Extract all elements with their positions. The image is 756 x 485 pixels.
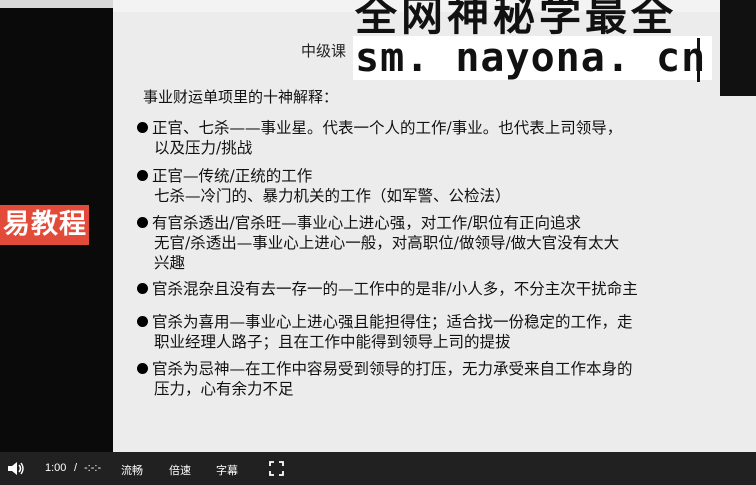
time-current: 1:00 xyxy=(45,462,67,474)
right-dark-panel xyxy=(720,0,756,96)
slide-area: 全网神秘学最全 sm. nayona. cn 中级课 事业财运单项里的十神解释：… xyxy=(113,0,756,452)
bullet-icon xyxy=(137,316,148,327)
list-item: 正官—传统/正统的工作 七杀—冷门的、暴力机关的工作（如军警、公检法） xyxy=(137,166,737,206)
left-banner: 易教程 xyxy=(0,205,89,245)
list-item: 官杀混杂且没有去一存一的—工作中的是非/小人多，不分主次干扰命主 xyxy=(137,279,737,299)
bullet-icon xyxy=(137,170,148,181)
fullscreen-icon[interactable] xyxy=(269,461,284,476)
time-separator: / xyxy=(74,462,78,474)
left-video-strip: 易教程 xyxy=(0,0,113,452)
lesson-title: 中级课 xyxy=(301,42,347,60)
list-item: 有官杀透出/官杀旺—事业心上进心强，对工作/职位有正向追求 无官/杀透出—事业心… xyxy=(137,213,737,273)
time-total: -:-:- xyxy=(84,462,102,474)
text-cursor xyxy=(697,38,700,82)
volume-icon[interactable] xyxy=(7,461,25,476)
player-control-bar: 1:00 / -:-:- 流畅 倍速 字幕 xyxy=(0,452,756,485)
watermark-url: sm. nayona. cn xyxy=(353,36,713,80)
bullet-icon xyxy=(137,363,148,374)
bullet-icon xyxy=(137,122,148,133)
speed-button[interactable]: 倍速 xyxy=(169,462,191,478)
content-heading: 事业财运单项里的十神解释： xyxy=(143,88,339,106)
list-item: 官杀为忌神—在工作中容易受到领导的打压，无力承受来自工作本身的 压力，心有余力不… xyxy=(137,359,737,399)
list-item: 正官、七杀——事业星。代表一个人的工作/事业。也代表上司领导， 以及压力/挑战 xyxy=(137,118,737,158)
bullet-icon xyxy=(137,283,148,294)
subtitle-button[interactable]: 字幕 xyxy=(216,462,238,478)
quality-button[interactable]: 流畅 xyxy=(121,462,143,478)
list-item: 官杀为喜用—事业心上进心强且能担得住；适合找一份稳定的工作，走 职业经理人路子；… xyxy=(137,312,737,352)
left-top-bar xyxy=(0,0,113,8)
bullet-icon xyxy=(137,217,148,228)
